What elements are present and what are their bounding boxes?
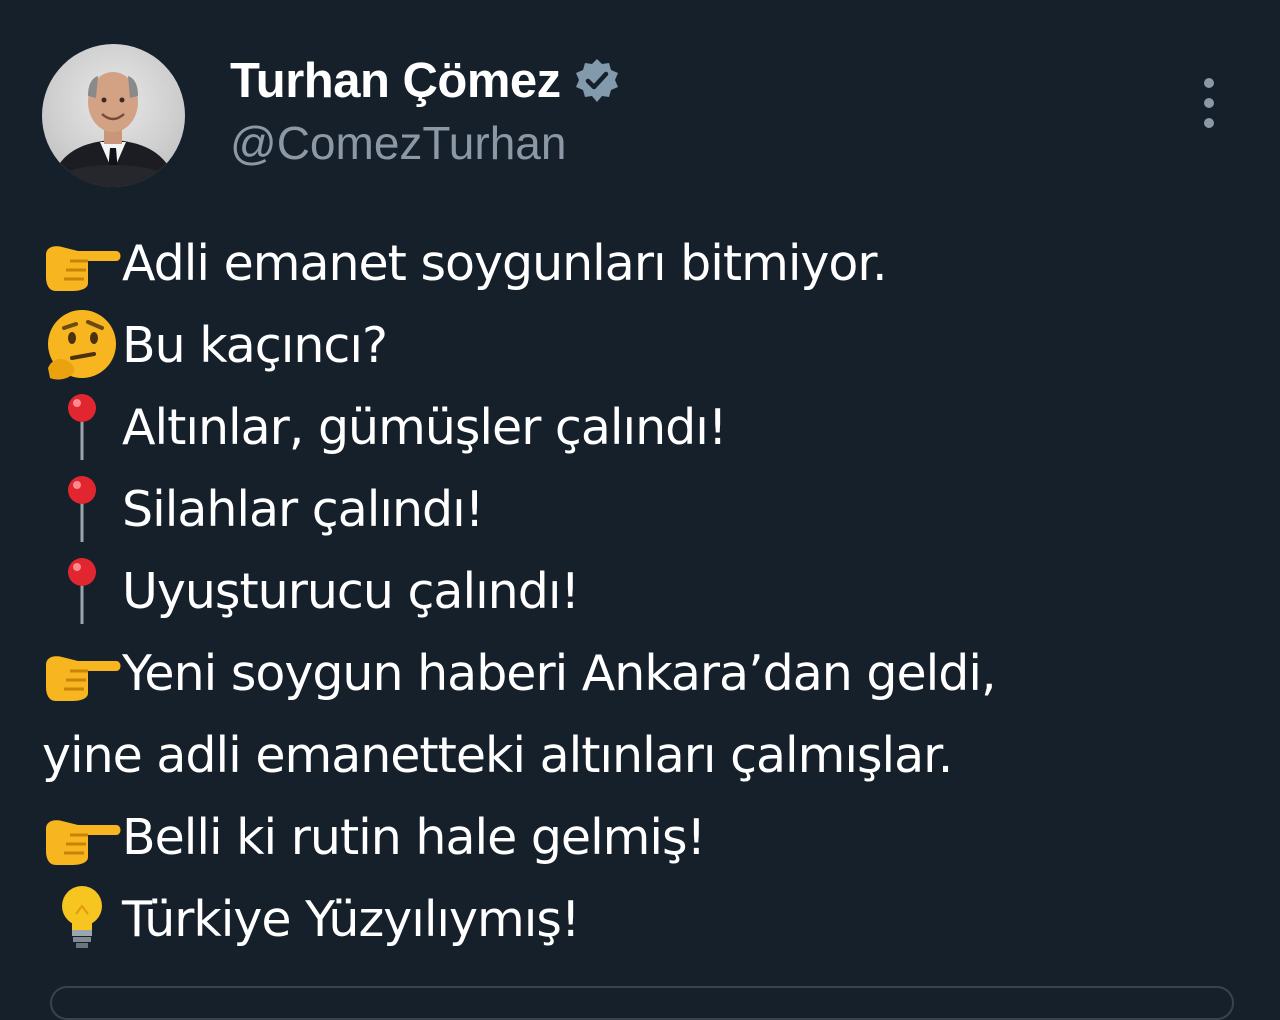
tweet-line-text: Adli emanet soygunları bitmiyor. [122,234,888,292]
tweet-line: yine adli emanetteki altınları çalmışlar… [42,714,1242,796]
tweet: Turhan Çömez @ComezTurhan Adli emanet so… [0,0,1280,1020]
tweet-line: Yeni soygun haberi Ankara’dan geldi, [42,632,1242,714]
round-pushpin-icon [42,474,122,544]
avatar-photo [50,72,177,187]
tweet-line-text: Türkiye Yüzyılıymış! [122,890,581,948]
backhand-index-pointing-right-icon [42,228,122,298]
tweet-line: Belli ki rutin hale gelmiş! [42,796,1242,878]
tweet-line-text: yine adli emanetteki altınları çalmışlar… [42,726,953,784]
tweet-line-text: Silahlar çalındı! [122,480,484,538]
quoted-content-card[interactable] [50,986,1234,1020]
author-display-name[interactable]: Turhan Çömez [230,53,561,109]
author-name-row: Turhan Çömez [230,50,621,112]
tweet-line-text: Uyuşturucu çalındı! [122,562,580,620]
tweet-line: Uyuşturucu çalındı! [42,550,1242,632]
tweet-line: Adli emanet soygunları bitmiyor. [42,222,1242,304]
round-pushpin-icon [42,392,122,462]
tweet-line: Türkiye Yüzyılıymış! [42,878,1242,960]
more-options-icon[interactable] [1192,78,1226,128]
verified-badge-icon [573,57,621,105]
author-handle[interactable]: @ComezTurhan [230,116,566,170]
round-pushpin-icon [42,556,122,626]
backhand-index-pointing-right-icon [42,802,122,872]
tweet-line-text: Bu kaçıncı? [122,316,388,374]
tweet-line: Altınlar, gümüşler çalındı! [42,386,1242,468]
tweet-line: Bu kaçıncı? [42,304,1242,386]
light-bulb-icon [42,884,122,954]
thinking-face-icon [42,310,122,380]
backhand-index-pointing-right-icon [42,638,122,708]
tweet-line-text: Yeni soygun haberi Ankara’dan geldi, [122,644,997,702]
tweet-line-text: Altınlar, gümüşler çalındı! [122,398,728,456]
tweet-text: Adli emanet soygunları bitmiyor. Bu kaçı… [42,222,1242,960]
avatar[interactable] [42,44,185,187]
tweet-line-text: Belli ki rutin hale gelmiş! [122,808,706,866]
tweet-line: Silahlar çalındı! [42,468,1242,550]
